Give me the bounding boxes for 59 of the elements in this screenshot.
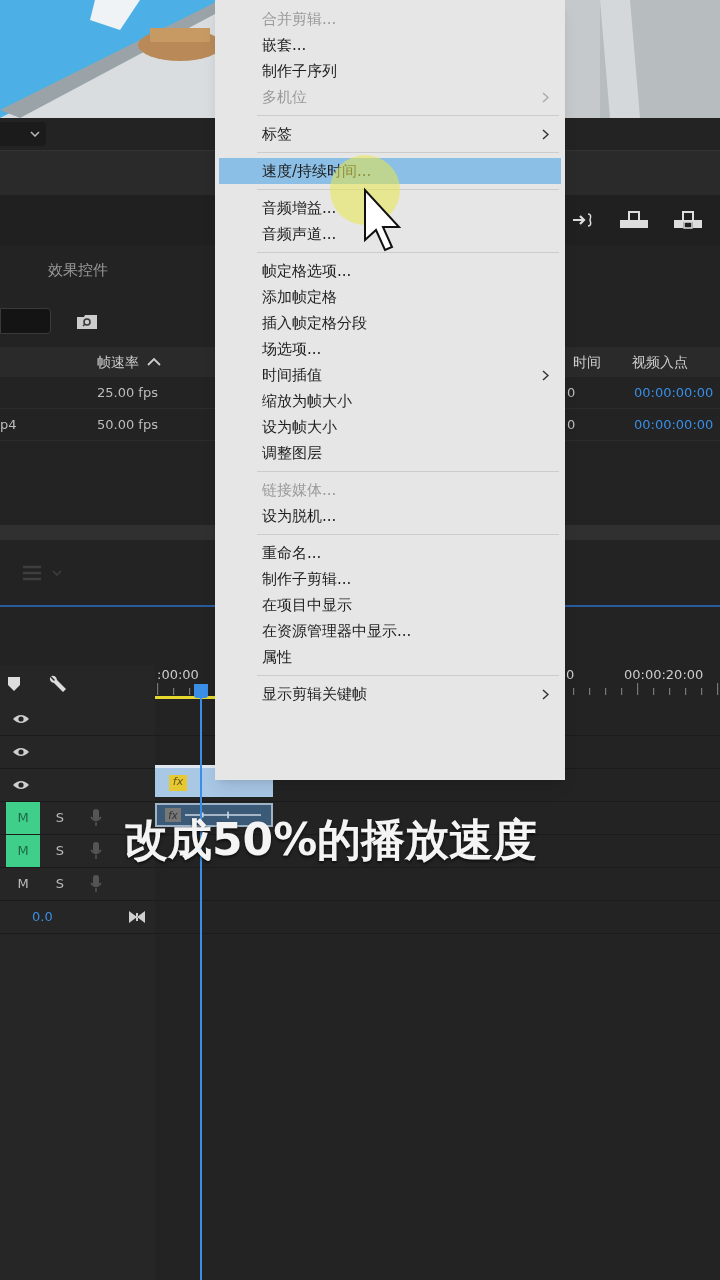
menu-item[interactable]: 时间插值 <box>219 362 561 388</box>
dropdown-field[interactable] <box>0 122 46 146</box>
mute-button[interactable]: M <box>6 868 40 900</box>
panel-tab[interactable]: 效果控件 <box>48 258 108 282</box>
menu-item[interactable]: 设为帧大小 <box>219 414 561 440</box>
volume-value[interactable]: 0.0 <box>32 907 53 927</box>
chevron-right-icon <box>542 688 549 700</box>
bowtie-icon[interactable] <box>129 911 145 923</box>
clip-name: p4 <box>0 416 17 432</box>
menu-item[interactable]: 属性 <box>219 644 561 670</box>
table-cell: 25.00 fps <box>97 384 158 400</box>
menu-item[interactable]: 音频声道... <box>219 221 561 247</box>
solo-button[interactable]: S <box>52 808 68 828</box>
menu-item[interactable]: 帧定格选项... <box>219 258 561 284</box>
chevron-right-icon <box>542 369 549 381</box>
menu-item[interactable]: 缩放为帧大小 <box>219 388 561 414</box>
menu-item[interactable]: 制作子剪辑... <box>219 566 561 592</box>
menu-item[interactable]: 嵌套... <box>219 32 561 58</box>
menu-item[interactable]: 速度/持续时间... <box>219 158 561 184</box>
menu-item[interactable]: 添加帧定格 <box>219 284 561 310</box>
menu-item[interactable]: 重命名... <box>219 540 561 566</box>
extract-icon[interactable] <box>674 211 702 229</box>
menu-item[interactable]: 音频增益... <box>219 195 561 221</box>
menu-item[interactable]: 制作子序列 <box>219 58 561 84</box>
menu-item[interactable]: 标签 <box>219 121 561 147</box>
chevron-right-icon <box>542 128 549 140</box>
eye-icon[interactable] <box>12 746 30 758</box>
sort-caret-icon <box>147 358 161 366</box>
column-header[interactable]: 时间 <box>573 351 601 373</box>
table-cell: 0 <box>567 384 576 400</box>
menu-item[interactable]: 场选项... <box>219 336 561 362</box>
search-icon[interactable] <box>77 313 97 329</box>
menu-item[interactable]: 在资源管理器中显示... <box>219 618 561 644</box>
menu-item[interactable]: 在项目中显示 <box>219 592 561 618</box>
column-header[interactable]: 视频入点 <box>632 351 688 373</box>
solo-button[interactable]: S <box>52 874 68 894</box>
solo-button[interactable]: S <box>52 841 68 861</box>
menu-item[interactable]: 设为脱机... <box>219 503 561 529</box>
eye-icon[interactable] <box>12 779 30 791</box>
search-field[interactable] <box>0 308 51 334</box>
go-to-out-icon[interactable] <box>572 212 594 228</box>
fx-badge: fx <box>169 774 187 791</box>
timecode-cell: 00:00:00:00 <box>634 416 714 432</box>
chevron-down-icon <box>30 131 40 137</box>
table-cell: 50.00 fps <box>97 416 158 432</box>
marker-icon[interactable] <box>8 677 20 691</box>
wrench-icon[interactable] <box>48 674 68 694</box>
table-cell: 0 <box>567 416 576 432</box>
column-header[interactable]: 帧速率 <box>97 351 161 373</box>
chevron-right-icon <box>542 91 549 103</box>
ruler-time-label: 00:00:20:00 <box>624 667 704 682</box>
menu-item[interactable]: 调整图层 <box>219 440 561 466</box>
ruler-time-label: :00:00 <box>157 667 199 682</box>
menu-item[interactable]: 插入帧定格分段 <box>219 310 561 336</box>
timecode-cell: 00:00:00:00 <box>634 384 714 400</box>
lift-icon[interactable] <box>620 211 648 229</box>
eye-icon[interactable] <box>12 713 30 725</box>
ruler-time-label: 0 <box>566 667 575 682</box>
menu-item[interactable]: 显示剪辑关键帧 <box>219 681 561 707</box>
